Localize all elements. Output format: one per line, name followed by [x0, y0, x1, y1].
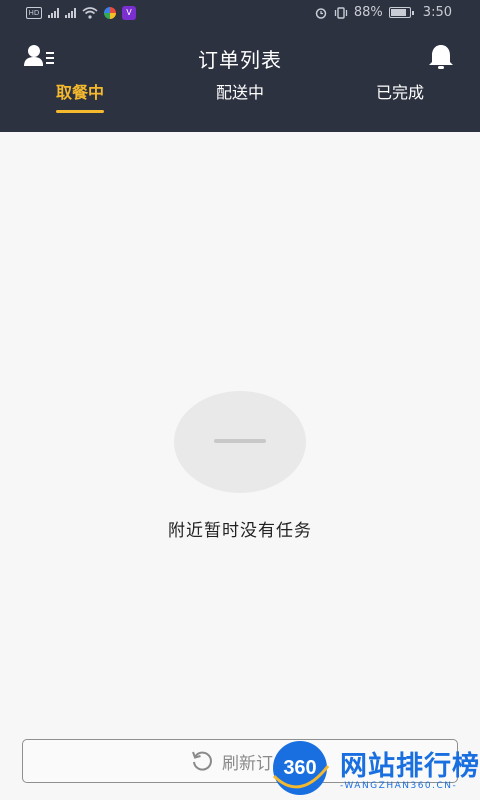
tab-picking-up[interactable]: 取餐中 — [0, 80, 160, 120]
alarm-icon — [315, 7, 327, 19]
order-status-tabs: 取餐中 配送中 已完成 — [0, 80, 480, 120]
empty-placeholder-icon — [174, 391, 306, 493]
empty-state: 附近暂时没有任务 — [0, 390, 480, 541]
wifi-icon — [82, 7, 98, 19]
battery-level — [390, 9, 406, 16]
status-left-icons: HD V — [26, 6, 136, 20]
refresh-button-label: 刷新订单 — [222, 753, 290, 774]
app-header: 订单列表 — [0, 38, 480, 78]
tab-delivering[interactable]: 配送中 — [160, 80, 320, 120]
refresh-icon — [192, 751, 212, 771]
hd-icon: HD — [26, 7, 42, 19]
signal-icon — [65, 8, 76, 18]
tab-label: 取餐中 — [55, 83, 104, 102]
status-right-icons: 88% 3:50 — [314, 5, 452, 20]
tab-completed[interactable]: 已完成 — [320, 80, 480, 120]
active-tab-indicator — [56, 110, 104, 113]
top-bar: HD V 88% 3:50 订单列表 取餐中 配送中 已完成 — [0, 0, 480, 132]
refresh-orders-button[interactable]: 刷新订单 — [22, 739, 458, 783]
order-list-screen: HD V 88% 3:50 订单列表 取餐中 配送中 已完成 附近暂时没有任务 … — [0, 0, 480, 800]
empty-message: 附近暂时没有任务 — [168, 521, 312, 541]
bell-icon[interactable] — [426, 42, 456, 72]
app-notification-icon: V — [122, 6, 136, 20]
tab-label: 已完成 — [375, 83, 424, 102]
vibrate-icon — [334, 6, 348, 19]
app-notification-icon — [104, 7, 116, 19]
clock: 3:50 — [422, 5, 452, 20]
tab-label: 配送中 — [215, 83, 264, 102]
battery-percent: 88% — [353, 5, 383, 20]
status-bar: HD V 88% 3:50 — [0, 0, 480, 30]
signal-icon — [48, 8, 59, 18]
page-title: 订单列表 — [198, 48, 282, 72]
battery-icon — [388, 7, 414, 18]
